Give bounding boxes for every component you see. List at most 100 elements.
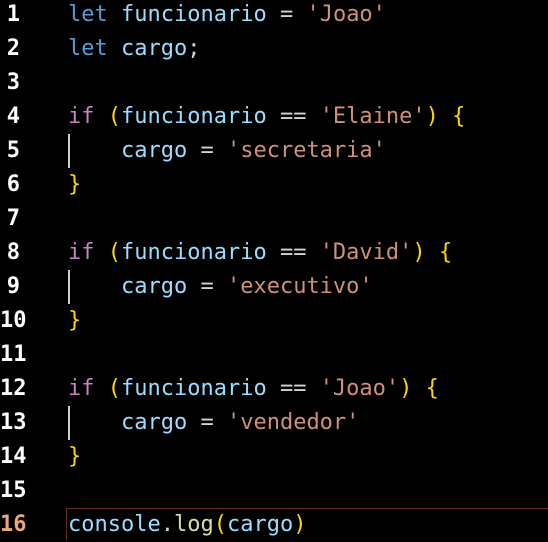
code-line[interactable]: 6} (0, 168, 548, 202)
code-line[interactable]: 13 cargo = 'vendedor' (0, 406, 548, 440)
code-token: funcionario (121, 104, 267, 129)
code-text: let cargo; (68, 32, 200, 66)
code-token: let (68, 2, 108, 27)
code-editor[interactable]: 1 let funcionario = 'Joao' 2 let cargo; 3 4 if… (0, 0, 548, 540)
code-token: cargo (120, 274, 188, 299)
code-token: cargo (120, 138, 188, 163)
code-token: funcionario (121, 240, 267, 265)
line-number: 16 (0, 512, 27, 537)
code-token: } (68, 172, 82, 197)
code-token: if (68, 104, 95, 129)
code-token: == (266, 104, 320, 129)
code-token: = (266, 2, 307, 27)
code-token: 'Joao' (306, 2, 386, 27)
code-token: console (68, 512, 161, 537)
code-text: if (funcionario == 'Joao') { (68, 372, 439, 406)
line-number: 9 (6, 274, 20, 299)
code-text: } (68, 168, 81, 202)
code-line[interactable]: 5 cargo = 'secretaria' (0, 134, 548, 168)
code-text: let funcionario = 'Joao' (68, 0, 386, 32)
line-number: 4 (6, 104, 20, 129)
code-line[interactable]: 4 if (funcionario == 'Elaine') { (0, 100, 548, 134)
code-line[interactable]: 10} (0, 304, 548, 338)
code-line[interactable]: 7 (0, 202, 548, 236)
code-token: if (68, 376, 95, 401)
line-number: 14 (0, 444, 27, 469)
code-token: 'executivo' (226, 274, 373, 299)
code-token: = (187, 138, 227, 163)
code-token: { (425, 376, 439, 401)
code-token: . (160, 512, 174, 537)
code-line[interactable]: 11 (0, 338, 548, 372)
code-line[interactable]: 2 let cargo; (0, 32, 548, 66)
code-token: ) (425, 104, 439, 129)
code-line[interactable]: 3 (0, 66, 548, 100)
code-token: } (68, 308, 82, 333)
code-token: 'Elaine' (319, 104, 426, 129)
code-line[interactable]: 16 console.log(cargo) (0, 508, 548, 542)
code-text: cargo = 'vendedor' (68, 406, 359, 440)
code-line[interactable]: 1 let funcionario = 'Joao' (0, 0, 548, 32)
code-token: ) (399, 376, 413, 401)
code-token: cargo (121, 36, 188, 61)
code-text: } (68, 304, 81, 338)
line-number: 15 (0, 478, 27, 503)
code-line[interactable]: 15 (0, 474, 548, 508)
line-number: 3 (6, 70, 20, 95)
code-token: ( (107, 104, 121, 129)
code-token: if (68, 240, 95, 265)
code-token: } (68, 444, 82, 469)
code-token: ( (107, 376, 121, 401)
code-token: ; (187, 36, 201, 61)
line-number: 13 (0, 410, 27, 435)
code-line[interactable]: 9 cargo = 'executivo' (0, 270, 548, 304)
line-number: 1 (6, 2, 20, 27)
code-token: 'David' (319, 240, 413, 265)
code-token: cargo (120, 410, 188, 435)
code-token: cargo (226, 512, 294, 537)
line-number: 12 (0, 376, 27, 401)
code-text: if (funcionario == 'Elaine') { (68, 100, 465, 134)
code-token: log (173, 512, 214, 537)
code-token: == (266, 376, 320, 401)
code-line[interactable]: 8 if (funcionario == 'David') { (0, 236, 548, 270)
code-token: = (187, 274, 227, 299)
code-token: { (438, 240, 453, 265)
line-number: 2 (6, 36, 20, 61)
code-token: ) (293, 512, 307, 537)
code-token: 'Joao' (319, 376, 400, 401)
line-number: 6 (6, 172, 20, 197)
code-token: funcionario (121, 376, 267, 401)
code-text: } (68, 440, 81, 474)
code-token: ) (412, 240, 426, 265)
code-token: ( (107, 240, 121, 265)
code-text: console.log(cargo) (68, 508, 306, 542)
code-token: 'secretaria' (226, 138, 386, 163)
code-token: 'vendedor' (226, 410, 360, 435)
code-token: = (187, 410, 227, 435)
code-line[interactable]: 12 if (funcionario == 'Joao') { (0, 372, 548, 406)
line-number: 5 (6, 138, 20, 163)
code-token: == (266, 240, 320, 265)
line-number: 10 (0, 308, 27, 333)
code-text: if (funcionario == 'David') { (68, 236, 452, 270)
line-number: 7 (6, 206, 20, 231)
line-number: 11 (0, 342, 27, 367)
code-token: let (68, 36, 108, 61)
code-line[interactable]: 14} (0, 440, 548, 474)
code-token: { (452, 104, 466, 129)
code-token: ( (213, 512, 227, 537)
line-number: 8 (6, 240, 20, 265)
code-text: cargo = 'secretaria' (68, 134, 386, 168)
